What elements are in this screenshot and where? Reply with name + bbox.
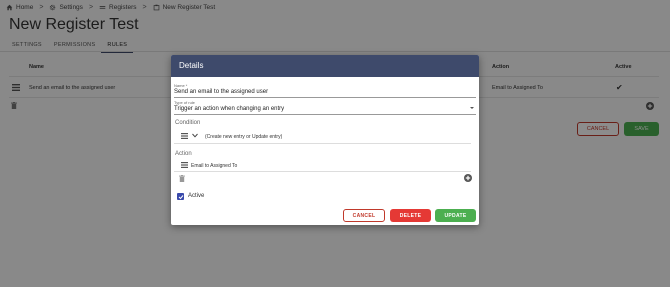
drag-handle-icon[interactable] (181, 162, 188, 168)
rule-type-select[interactable]: Type of rule Trigger an action when chan… (174, 100, 476, 115)
check-icon (178, 194, 183, 199)
delete-button[interactable]: DELETE (390, 209, 431, 222)
drag-handle-icon[interactable] (181, 133, 188, 139)
update-button[interactable]: UPDATE (435, 209, 476, 222)
rule-type-label: Type of rule (174, 100, 195, 105)
add-circle-icon[interactable] (464, 174, 472, 182)
rule-type-value[interactable]: Trigger an action when changing an entry (174, 106, 476, 112)
condition-title: Condition (175, 120, 201, 126)
chevron-down-icon[interactable] (192, 133, 198, 138)
rule-name-input[interactable]: Send an email to the assigned user (174, 89, 476, 95)
chevron-down-icon[interactable] (470, 107, 474, 109)
rule-type-underline (174, 114, 476, 115)
trash-icon[interactable] (179, 175, 185, 182)
active-label: Active (188, 193, 205, 199)
dialog-title: Details (171, 55, 479, 77)
action-divider (174, 171, 471, 172)
action-text: Email to Assigned To (191, 163, 238, 169)
details-dialog: Details Name * Send an email to the assi… (171, 55, 479, 225)
rule-name-underline (174, 97, 476, 98)
cancel-button[interactable]: CANCEL (343, 209, 385, 222)
rule-name-field[interactable]: Name * Send an email to the assigned use… (174, 83, 476, 98)
active-checkbox[interactable] (177, 193, 184, 200)
action-title: Action (175, 151, 192, 157)
condition-divider (174, 143, 471, 144)
condition-text: (Create new entry or Update entry) (205, 134, 283, 140)
rule-name-label: Name * (174, 83, 188, 88)
